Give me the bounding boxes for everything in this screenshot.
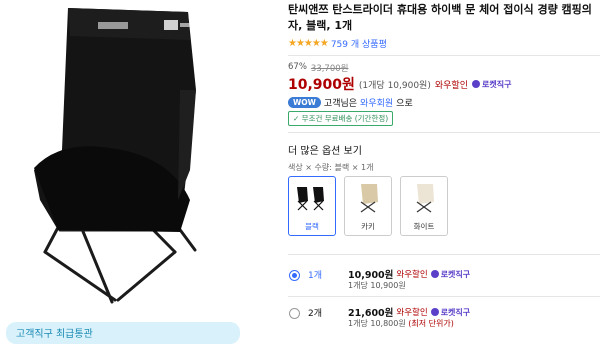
member-text-suffix: 으로: [396, 99, 413, 109]
quantity-price: 21,600원: [348, 308, 394, 319]
quantity-unit-price: 1개당 10,800원 (최저 단위가): [348, 318, 454, 329]
quantity-price-row: 21,600원 와우할인 로켓직구: [348, 305, 471, 320]
unit-price: (1개당 10,900원): [358, 80, 431, 91]
rating-row[interactable]: ★★★★★ 759 개 상품평: [288, 37, 387, 50]
wow-discount-label: 와우할인: [396, 270, 428, 280]
option-label: 카키: [361, 222, 375, 231]
wow-badge: WOW: [288, 97, 321, 108]
wow-discount-label: 와우할인: [434, 80, 468, 91]
rocket-label: 로켓직구: [440, 307, 471, 317]
quantity-price: 10,900원: [348, 270, 394, 281]
customs-banner[interactable]: 고객직구 최급통관: [6, 322, 240, 344]
option-black-thumb: [289, 177, 335, 219]
option-white-thumb: [401, 177, 447, 219]
sale-price: 10,900원: [288, 77, 355, 93]
rating-stars: ★★★★★: [288, 38, 329, 49]
selected-option-summary: 색상 × 수량: 블랙 × 1개: [288, 163, 374, 172]
rocket-direct-badge: 로켓직구: [430, 269, 471, 280]
quantity-option-2[interactable]: 2개 21,600원 와우할인 로켓직구 1개당 10,800원 (최저 단위가…: [288, 302, 600, 336]
camping-chair-image[interactable]: [0, 0, 280, 336]
member-row: WOW 고객님은 와우회원 으로: [288, 96, 413, 109]
rocket-icon: [471, 80, 480, 88]
product-info: 탄씨앤쯔 탄스트라이더 휴대용 하이백 문 체어 접이식 경량 캠핑의자, 블랙…: [288, 0, 600, 336]
review-count-link[interactable]: 759 개 상품평: [331, 37, 387, 50]
option-khaki-thumb: [345, 177, 391, 219]
product-title: 탄씨앤쯔 탄스트라이더 휴대용 하이백 문 체어 접이식 경량 캠핑의자, 블랙…: [288, 3, 592, 32]
discount-row: 67% 33,700원: [288, 62, 348, 74]
option-white[interactable]: 화이트: [400, 176, 448, 236]
unit-price-text: 1개당 10,900원: [348, 281, 406, 290]
original-price: 33,700원: [310, 64, 349, 74]
discount-percent: 67%: [288, 62, 307, 72]
divider: [288, 254, 600, 255]
rocket-direct-badge: 로켓직구: [430, 307, 471, 318]
banner-text: 고객직구 최급통관: [16, 329, 93, 340]
unit-price-text: 1개당 10,800원: [348, 319, 406, 328]
divider: [288, 296, 600, 297]
option-black[interactable]: 블랙: [288, 176, 336, 236]
quantity-label: 2개: [308, 309, 323, 319]
option-label: 블랙: [305, 222, 319, 231]
quantity-label: 1개: [308, 271, 323, 281]
free-shipping-text: ✓ 무조건 무료배송 (기간한정): [293, 114, 389, 123]
rocket-icon: [430, 270, 439, 278]
free-shipping-chip: ✓ 무조건 무료배송 (기간한정): [288, 111, 394, 126]
product-image-area: 고객직구 최급통관: [0, 0, 280, 344]
rocket-icon: [430, 308, 439, 316]
divider: [288, 55, 600, 56]
option-khaki[interactable]: 카키: [344, 176, 392, 236]
divider: [288, 132, 600, 133]
rocket-label: 로켓직구: [481, 79, 512, 89]
lowest-unit-price-badge: (최저 단위가): [408, 319, 454, 328]
price-row: 10,900원 (1개당 10,900원) 와우할인 로켓직구: [288, 74, 511, 94]
radio-selected[interactable]: [289, 270, 300, 281]
option-label: 화이트: [413, 222, 435, 231]
member-text-prefix: 고객님은: [323, 99, 358, 109]
rocket-direct-badge: 로켓직구: [471, 79, 512, 90]
wow-discount-label: 와우할인: [396, 308, 428, 318]
quantity-price-row: 10,900원 와우할인 로켓직구: [348, 267, 471, 282]
wow-member-link[interactable]: 와우회원: [360, 96, 393, 109]
rocket-label: 로켓직구: [440, 269, 471, 279]
radio-unselected[interactable]: [289, 308, 300, 319]
quantity-unit-price: 1개당 10,900원: [348, 280, 406, 291]
more-options-heading[interactable]: 더 많은 옵션 보기: [288, 142, 362, 157]
quantity-option-1[interactable]: 1개 10,900원 와우할인 로켓직구 1개당 10,900원: [288, 264, 600, 298]
